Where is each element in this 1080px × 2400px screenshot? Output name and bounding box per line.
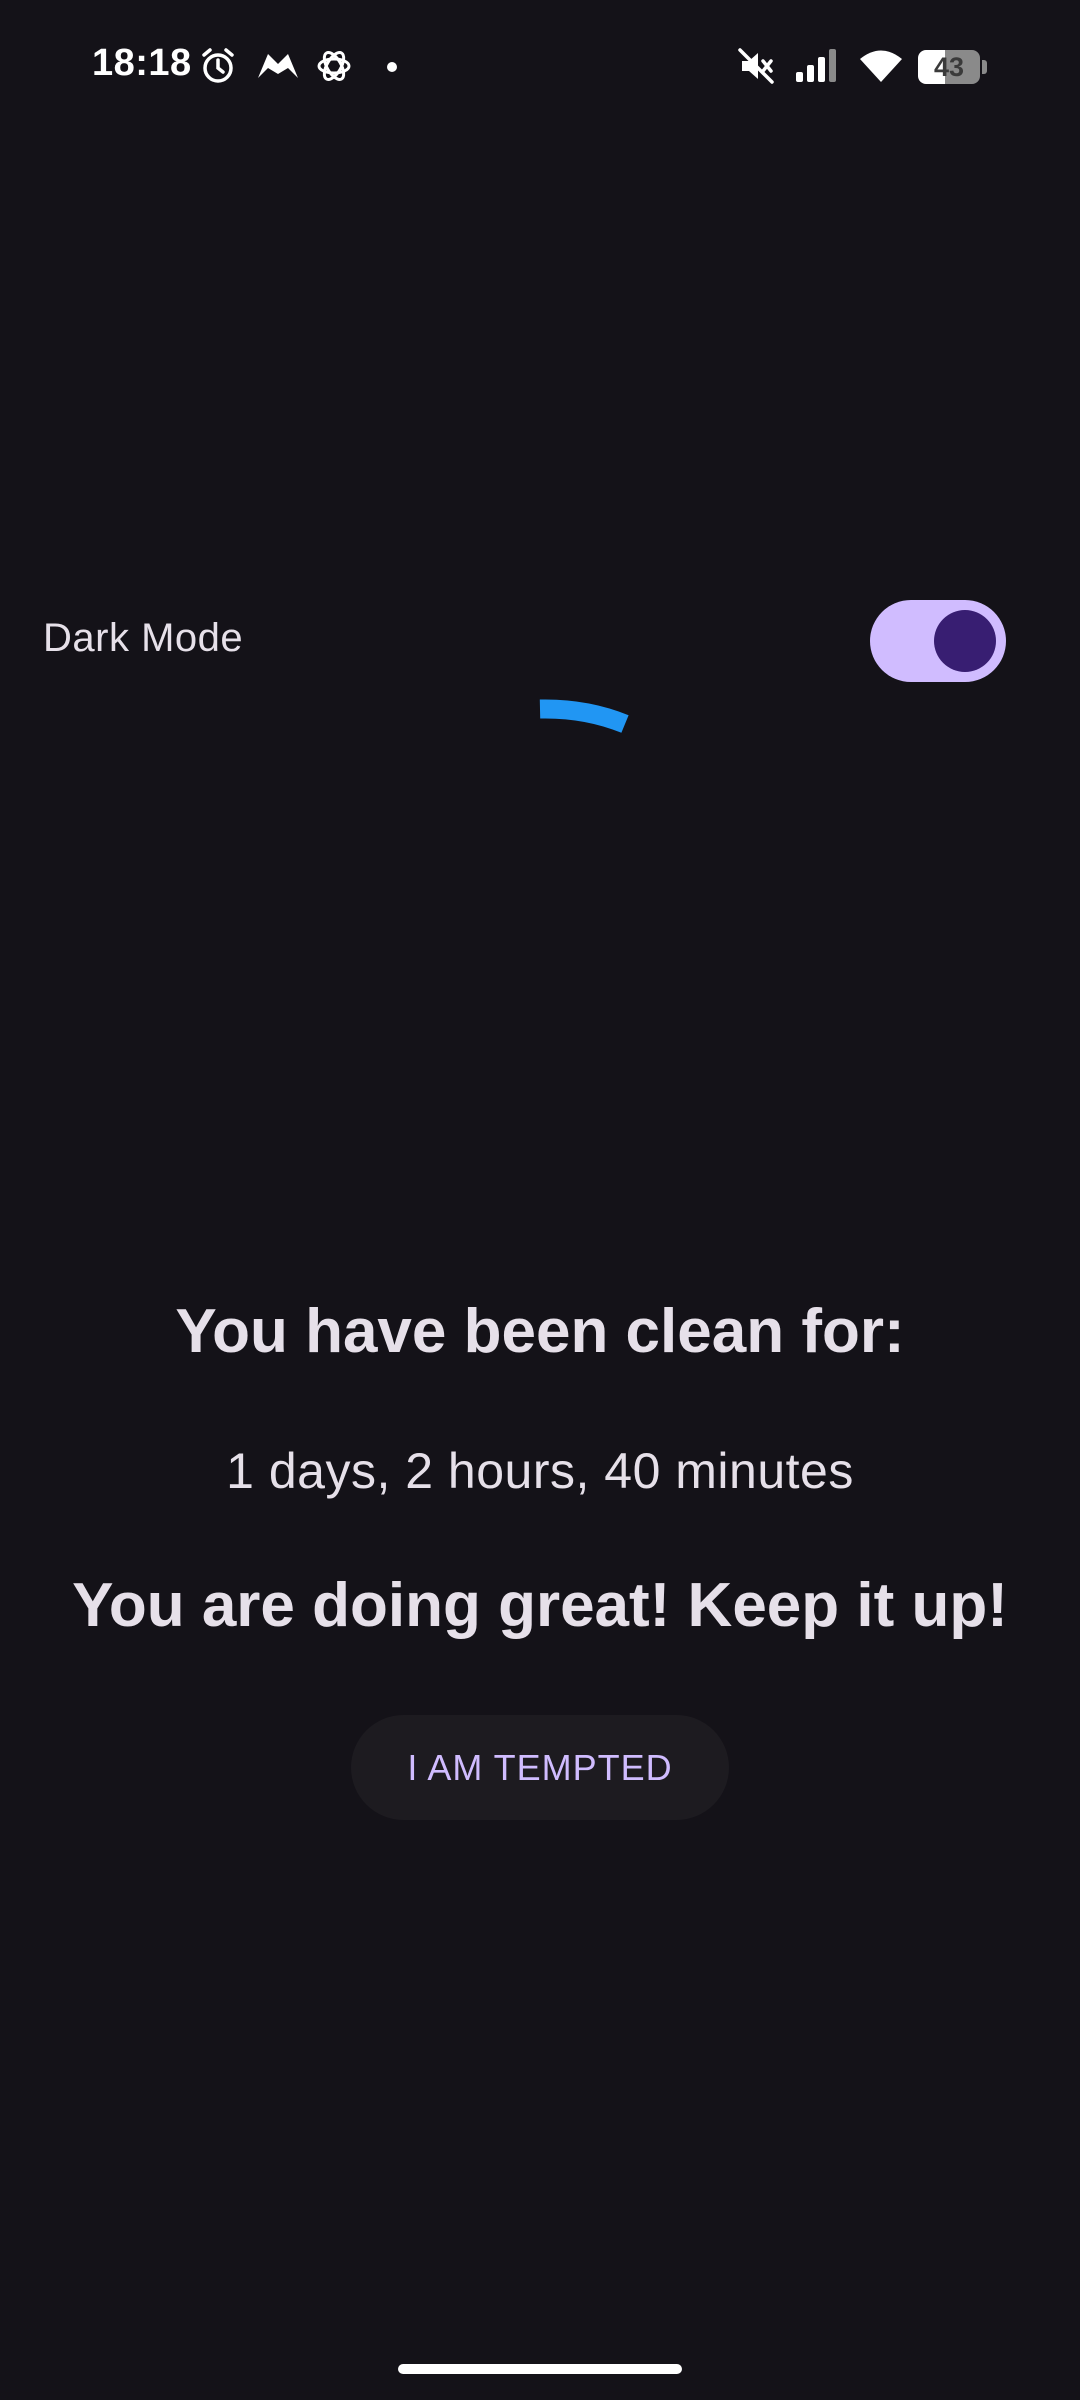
dark-mode-label: Dark Mode xyxy=(43,616,244,660)
signal-icon xyxy=(794,46,842,86)
alarm-icon xyxy=(198,46,238,86)
status-time: 18:18 xyxy=(92,42,192,84)
battery-icon: 43 xyxy=(918,50,988,84)
app-notification-icon xyxy=(256,46,300,86)
wifi-icon xyxy=(858,46,904,86)
clean-headline: You have been clean for: xyxy=(175,1297,905,1366)
tempted-button[interactable]: I AM TEMPTED xyxy=(351,1715,729,1820)
notification-dot-icon xyxy=(382,46,402,86)
dark-mode-toggle[interactable] xyxy=(870,600,1006,682)
dark-mode-setting-row[interactable]: Dark Mode xyxy=(0,590,1080,690)
toggle-thumb xyxy=(934,610,996,672)
loading-spinner xyxy=(520,686,660,786)
clean-duration: 1 days, 2 hours, 40 minutes xyxy=(226,1443,854,1499)
mute-icon xyxy=(736,46,776,86)
status-bar: 18:18 43 xyxy=(0,0,1080,135)
home-indicator[interactable] xyxy=(398,2364,682,2374)
battery-level: 43 xyxy=(933,52,965,82)
encouragement-message: You are doing great! Keep it up! xyxy=(72,1571,1008,1640)
chatgpt-icon xyxy=(314,46,354,86)
